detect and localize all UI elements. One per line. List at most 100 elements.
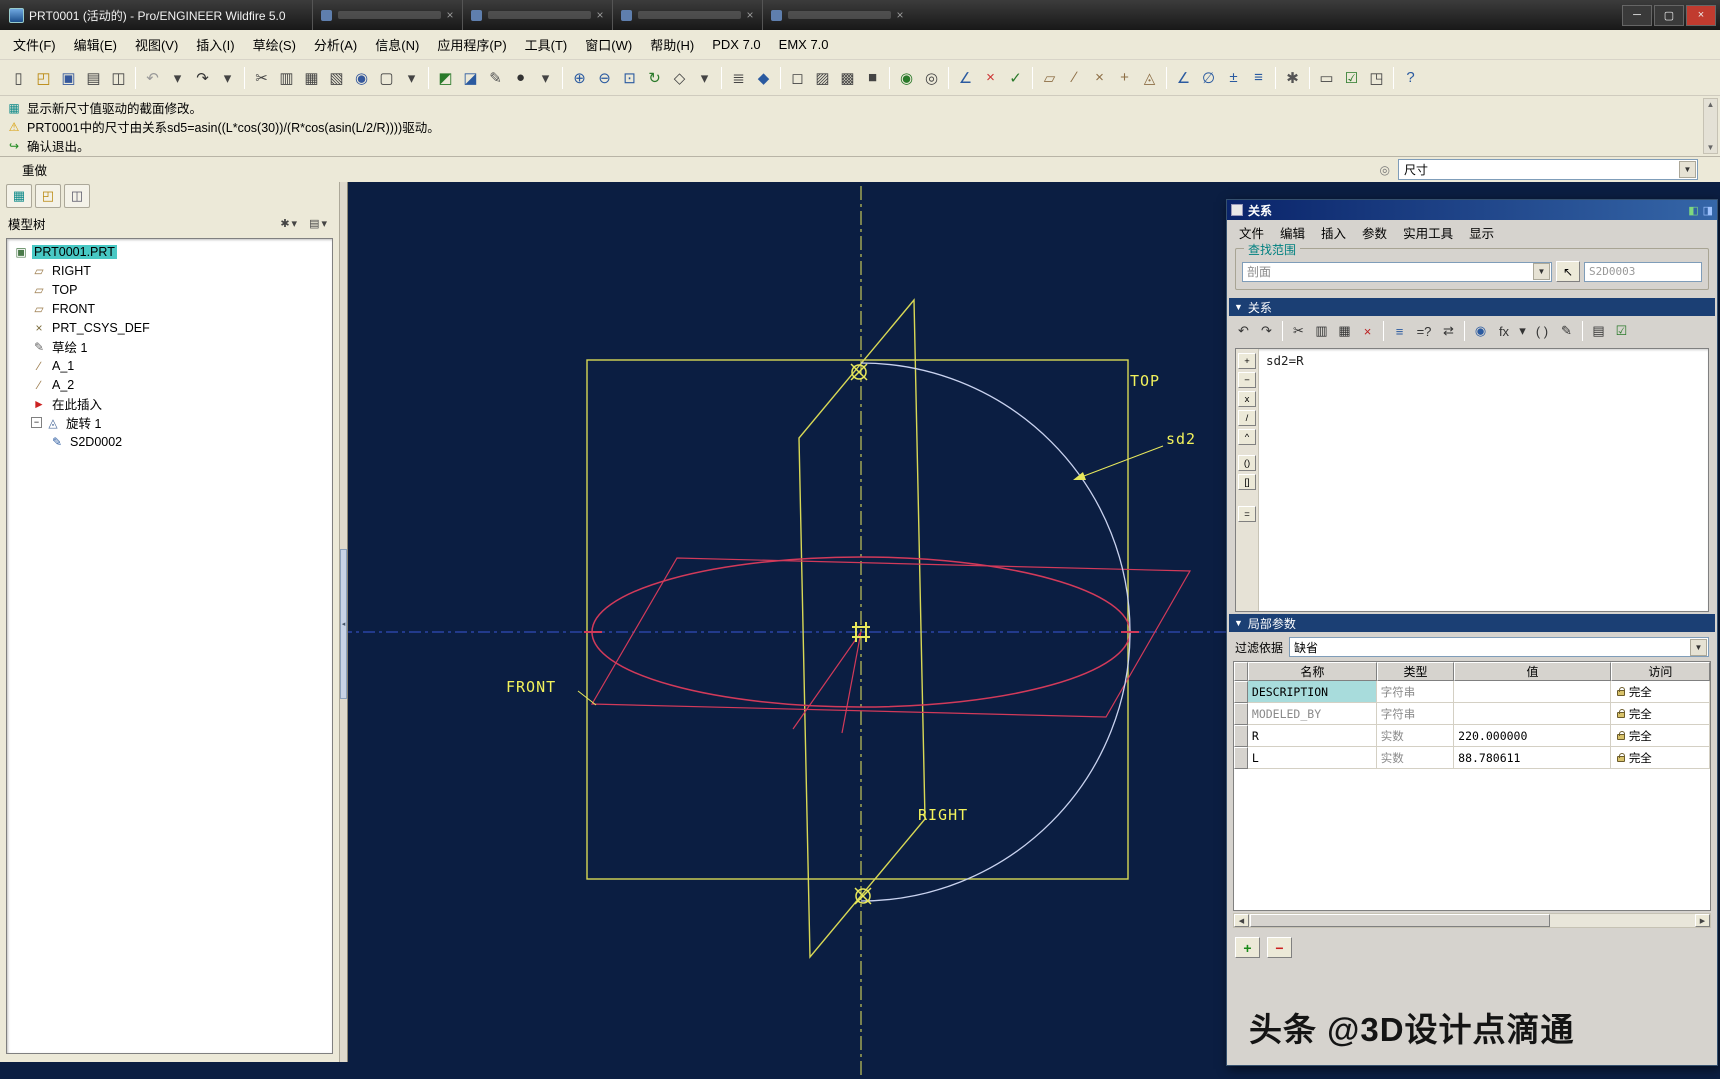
tree-item[interactable]: ×PRT_CSYS_DEF [7, 318, 332, 337]
shade-dropdown-icon[interactable]: ▾ [533, 65, 558, 90]
param-type-cell[interactable]: 字符串 [1377, 703, 1454, 725]
delete-parameter-button[interactable]: − [1267, 937, 1292, 958]
rel-cut-icon[interactable]: ✂ [1287, 320, 1310, 342]
menu-item[interactable]: 文件(F) [4, 31, 65, 58]
param-row[interactable]: MODELED_BY字符串完全 [1234, 703, 1710, 725]
param-access-cell[interactable]: 完全 [1611, 747, 1710, 769]
view-manager-icon[interactable]: ◆ [751, 65, 776, 90]
col-type-header[interactable]: 类型 [1377, 662, 1454, 681]
regenerate-icon[interactable]: ◩ [433, 65, 458, 90]
minimize-button[interactable]: ─ [1622, 5, 1652, 26]
maximize-button[interactable]: ▢ [1654, 5, 1684, 26]
redo-dropdown-icon[interactable]: ▾ [215, 65, 240, 90]
top-plane-label[interactable]: TOP [1130, 372, 1160, 390]
tab-close-icon[interactable]: × [897, 8, 904, 22]
annotation-toggle-icon[interactable]: ◬ [1137, 65, 1162, 90]
dimension-filter-combo[interactable]: 尺寸 ▼ [1398, 159, 1698, 180]
folder-browser-tab[interactable]: ◰ [35, 184, 61, 208]
shaded-icon[interactable]: ■ [860, 65, 885, 90]
dim-toggle-icon[interactable]: ∠ [1171, 65, 1196, 90]
window-check-icon[interactable]: ☑ [1339, 65, 1364, 90]
repaint-icon[interactable]: ↻ [642, 65, 667, 90]
undo-icon[interactable]: ↶ [140, 65, 165, 90]
chevron-down-icon[interactable]: ▼ [1533, 263, 1550, 280]
tree-show-dropdown[interactable]: ▤▾ [305, 215, 331, 232]
redo-icon[interactable]: ↷ [190, 65, 215, 90]
hidden-line-icon[interactable]: ▨ [810, 65, 835, 90]
chevron-down-icon[interactable]: ▼ [1679, 161, 1696, 178]
datum-axes-toggle-icon[interactable]: ∕ [1062, 65, 1087, 90]
layers-icon[interactable]: ≣ [726, 65, 751, 90]
tree-item[interactable]: ▱FRONT [7, 299, 332, 318]
paste-icon[interactable]: ▦ [299, 65, 324, 90]
expander-icon[interactable]: − [31, 417, 42, 428]
param-type-cell[interactable]: 字符串 [1377, 681, 1454, 703]
model-tools-icon[interactable]: ✱ [1280, 65, 1305, 90]
rel-paste-icon[interactable]: ▦ [1333, 320, 1356, 342]
menu-item[interactable]: 应用程序(P) [428, 31, 515, 58]
rel-search-icon[interactable]: ◉ [1469, 320, 1492, 342]
menu-item[interactable]: 窗口(W) [576, 31, 641, 58]
cut-icon[interactable]: ✂ [249, 65, 274, 90]
menu-item[interactable]: PDX 7.0 [703, 33, 769, 56]
param-row[interactable]: DESCRIPTION字符串完全 [1234, 681, 1710, 703]
close-button[interactable]: × [1686, 5, 1716, 26]
shade-icon[interactable]: ● [508, 65, 533, 90]
scrollbar-thumb[interactable] [1250, 914, 1550, 927]
param-value-cell[interactable]: 220.000000 [1454, 725, 1611, 747]
tree-item[interactable]: ∕A_2 [7, 375, 332, 394]
sketch-diag-overlap-icon[interactable]: × [978, 65, 1003, 90]
right-plane-label[interactable]: RIGHT [918, 806, 968, 824]
sketch-diag-ok-icon[interactable]: ✓ [1003, 65, 1028, 90]
col-access-header[interactable]: 访问 [1611, 662, 1710, 681]
menu-item[interactable]: 工具(T) [516, 31, 577, 58]
rel-functions-icon[interactable]: fx [1492, 320, 1516, 342]
params-hscrollbar[interactable]: ◀ ▶ [1233, 913, 1711, 928]
copy-icon[interactable]: ▥ [274, 65, 299, 90]
param-row[interactable]: L实数88.780611完全 [1234, 747, 1710, 769]
relations-dialog-titlebar[interactable]: 关系 ◧◨ [1227, 200, 1717, 220]
scroll-up-icon[interactable]: ▲ [1707, 100, 1715, 109]
undo-dropdown-icon[interactable]: ▾ [165, 65, 190, 90]
tolerance-toggle-icon[interactable]: ± [1221, 65, 1246, 90]
wireframe-icon[interactable]: ◻ [785, 65, 810, 90]
zoom-out-icon[interactable]: ⊖ [592, 65, 617, 90]
select-item-button[interactable]: ↖ [1556, 261, 1580, 282]
orient-dropdown-icon[interactable]: ▾ [692, 65, 717, 90]
rel-braces-icon[interactable]: ( ) [1529, 320, 1555, 342]
param-name-cell[interactable]: DESCRIPTION [1248, 681, 1377, 703]
window-close-icon[interactable]: ◳ [1364, 65, 1389, 90]
3d-orient-icon[interactable]: ◎ [919, 65, 944, 90]
menu-item[interactable]: 帮助(H) [641, 31, 703, 58]
menu-item[interactable]: 信息(N) [366, 31, 428, 58]
relations-menu-item[interactable]: 显示 [1461, 220, 1502, 245]
tree-item[interactable]: ✎S2D0002 [7, 432, 332, 451]
rel-verify-icon[interactable]: ☑ [1610, 320, 1633, 342]
refit-icon[interactable]: ⊡ [617, 65, 642, 90]
spin-center-icon[interactable]: ◉ [894, 65, 919, 90]
tree-item[interactable]: ∕A_1 [7, 356, 332, 375]
tab-close-icon[interactable]: × [597, 8, 604, 22]
collapse-triangle-icon[interactable]: ▼ [1234, 302, 1243, 312]
relations-editor[interactable]: sd2=R [1259, 349, 1708, 611]
menu-item[interactable]: 插入(I) [187, 31, 243, 58]
param-row[interactable]: R实数220.000000完全 [1234, 725, 1710, 747]
param-name-cell[interactable]: MODELED_BY [1248, 703, 1377, 725]
browser-tab[interactable]: × [312, 0, 462, 30]
select-box-icon[interactable]: ▢ [374, 65, 399, 90]
operator-button[interactable]: () [1238, 455, 1256, 471]
right-datum-plane[interactable] [799, 300, 925, 957]
tree-item[interactable]: ✎草绘 1 [7, 337, 332, 356]
menu-item[interactable]: 草绘(S) [244, 31, 305, 58]
browser-tab[interactable]: × [462, 0, 612, 30]
chevron-down-icon[interactable]: ▼ [1690, 639, 1707, 656]
operator-button[interactable]: = [1238, 506, 1256, 522]
save-file-icon[interactable]: ▣ [56, 65, 81, 90]
scroll-down-icon[interactable]: ▼ [1707, 143, 1715, 152]
param-type-cell[interactable]: 实数 [1377, 747, 1454, 769]
rel-delete-icon[interactable]: × [1356, 320, 1379, 342]
rel-sort-icon[interactable]: ≡ [1388, 320, 1411, 342]
tree-item[interactable]: ►在此插入 [7, 394, 332, 413]
info-icon[interactable]: ◨ [1703, 204, 1713, 217]
row-gutter[interactable] [1234, 725, 1248, 747]
